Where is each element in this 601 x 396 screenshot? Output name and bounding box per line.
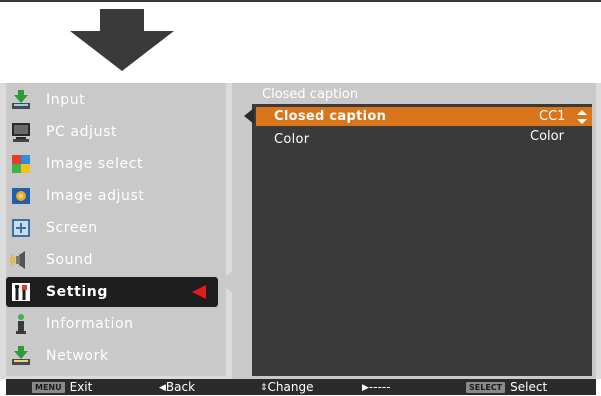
image-adjust-icon (12, 188, 30, 204)
select-hint: SELECT Select (466, 379, 547, 395)
image-select-icon (12, 155, 30, 173)
up-down-icon: ⇕ (260, 383, 268, 393)
menu-item-label: Setting (46, 284, 108, 300)
menu-item-image-adjust[interactable]: Image adjust (6, 181, 218, 211)
submenu-title: Closed caption (262, 87, 359, 102)
menu-item-label: Network (46, 348, 109, 364)
exit-hint: MENU Exit (32, 379, 92, 395)
top-rule (0, 0, 601, 2)
select-key-icon: SELECT (466, 382, 506, 393)
color-value[interactable]: Color (530, 129, 564, 144)
change-label: Change (267, 380, 314, 394)
menu-item-sound[interactable]: Sound (6, 245, 218, 275)
selection-pointer-icon (244, 108, 254, 124)
menu-key-icon: MENU (32, 382, 65, 393)
menu-item-setting[interactable]: Setting (6, 277, 218, 307)
menu-item-label: Sound (46, 252, 94, 268)
menu-item-information[interactable]: Information (6, 309, 218, 339)
active-marker-icon (192, 285, 206, 299)
menu-item-label: Image select (46, 156, 144, 172)
color-label[interactable]: Color (274, 132, 309, 147)
setting-icon (12, 283, 30, 301)
right-arrow-icon: ▶ (362, 383, 369, 393)
menu-item-image-select[interactable]: Image select (6, 149, 218, 179)
next-label: ----- (368, 380, 391, 394)
back-label: Back (165, 380, 196, 394)
closed-caption-label: Closed caption (274, 109, 387, 124)
change-hint: ⇕Change (260, 379, 314, 395)
next-hint: ▶----- (362, 379, 391, 395)
left-arrow-icon: ◀ (159, 383, 166, 393)
up-down-arrows-icon (577, 110, 587, 124)
sound-icon (10, 251, 25, 269)
network-icon (12, 346, 30, 365)
menu-item-label: Image adjust (46, 188, 145, 204)
menu-item-label: Screen (46, 220, 98, 236)
menu-item-input[interactable]: Input (6, 85, 218, 115)
input-icon (12, 90, 30, 109)
pc-adjust-icon (12, 123, 30, 142)
down-arrow-icon (70, 9, 174, 71)
information-icon (16, 314, 26, 334)
screen-icon (12, 219, 30, 237)
menu-item-screen[interactable]: Screen (6, 213, 218, 243)
menu-item-label: Input (46, 92, 86, 108)
menu-item-pc-adjust[interactable]: PC adjust (6, 117, 218, 147)
exit-label: Exit (69, 380, 93, 394)
back-hint: ◀Back (159, 379, 195, 395)
menu-item-label: Information (46, 316, 134, 332)
menu-item-network[interactable]: Network (6, 341, 218, 371)
select-label: Select (510, 380, 548, 394)
closed-caption-value[interactable]: CC1 (539, 109, 565, 124)
status-bar: MENU Exit ◀Back ⇕Change ▶----- SELECT Sele… (6, 379, 596, 395)
menu-item-label: PC adjust (46, 124, 118, 140)
